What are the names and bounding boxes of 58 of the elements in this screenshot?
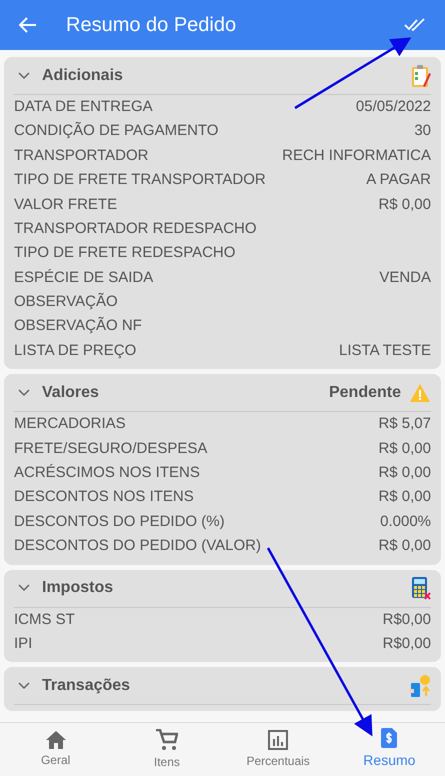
field-value: R$ 0,00 — [378, 194, 431, 214]
chevron-icon[interactable] — [18, 388, 30, 397]
field-value: R$0,00 — [382, 610, 431, 630]
nav-tab[interactable]: Itens — [111, 723, 222, 776]
clipboard-icon — [411, 64, 431, 88]
field-label: DESCONTOS NOS ITENS — [14, 487, 194, 508]
field-value: VENDA — [379, 268, 431, 288]
field-label: IPI — [14, 634, 32, 654]
field-value: R$ 0,00 — [378, 438, 431, 459]
warning-icon — [409, 382, 431, 403]
field-value: R$ 5,07 — [378, 414, 431, 434]
field-value: R$0,00 — [382, 634, 431, 654]
field-label: ICMS ST — [14, 610, 75, 630]
section-title: Impostos — [42, 578, 114, 598]
field-value: RECH INFORMATICA — [282, 146, 431, 166]
field-label: LISTA DE PREÇO — [14, 340, 136, 361]
nav-tab[interactable]: Percentuais — [222, 723, 334, 776]
field-value: R$ 0,00 — [378, 487, 431, 508]
nav-tab[interactable]: Resumo — [334, 723, 445, 776]
field-value: LISTA TESTE — [339, 340, 431, 361]
field-label: OBSERVAÇÃO NF — [14, 316, 142, 336]
chevron-icon[interactable] — [18, 72, 30, 80]
cart-icon — [156, 728, 178, 750]
field-label: DATA DE ENTREGA — [14, 96, 153, 117]
document-dollar-icon — [381, 728, 398, 748]
field-label: TRANSPORTADOR — [14, 146, 148, 166]
chevron-icon[interactable] — [18, 682, 30, 690]
field-label: FRETE/SEGURO/DESPESA — [14, 438, 208, 459]
calculator-icon — [411, 576, 431, 600]
money-icon — [409, 674, 431, 698]
field-label: DESCONTOS DO PEDIDO (%) — [14, 512, 225, 532]
field-value: 30 — [414, 121, 431, 142]
field-label: DESCONTOS DO PEDIDO (VALOR) — [14, 536, 261, 556]
field-label: TIPO DE FRETE TRANSPORTADOR — [14, 170, 266, 190]
field-label: ACRÉSCIMOS NOS ITENS — [14, 463, 200, 484]
field-value: R$ 0,00 — [378, 536, 431, 556]
field-label: VALOR FRETE — [14, 194, 118, 214]
field-value: 0.000% — [380, 512, 431, 532]
chevron-icon[interactable] — [18, 584, 30, 592]
nav-tab[interactable]: Geral — [0, 723, 112, 776]
field-value: R$ 0,00 — [378, 463, 431, 484]
section-title: Adicionais — [42, 66, 123, 86]
double-check-icon — [404, 18, 426, 32]
field-label: MERCADORIAS — [14, 414, 126, 434]
app-bar-title: Resumo do Pedido — [66, 13, 236, 38]
field-label: TRANSPORTADOR REDESPACHO — [14, 218, 257, 239]
status-label: Pendente — [328, 382, 401, 403]
section-title: Valores — [42, 382, 99, 403]
back-arrow-icon — [19, 17, 37, 33]
field-label: TIPO DE FRETE REDESPACHO — [14, 243, 236, 264]
field-value: 05/05/2022 — [356, 96, 431, 117]
section-title: Transações — [42, 676, 130, 696]
field-label: OBSERVAÇÃO — [14, 292, 118, 312]
home-icon — [46, 730, 66, 748]
field-label: CONDIÇÃO DE PAGAMENTO — [14, 120, 218, 142]
bar-chart-icon — [268, 730, 288, 750]
field-label: ESPÉCIE DE SAIDA — [14, 268, 154, 288]
field-value: A PAGAR — [366, 170, 431, 190]
